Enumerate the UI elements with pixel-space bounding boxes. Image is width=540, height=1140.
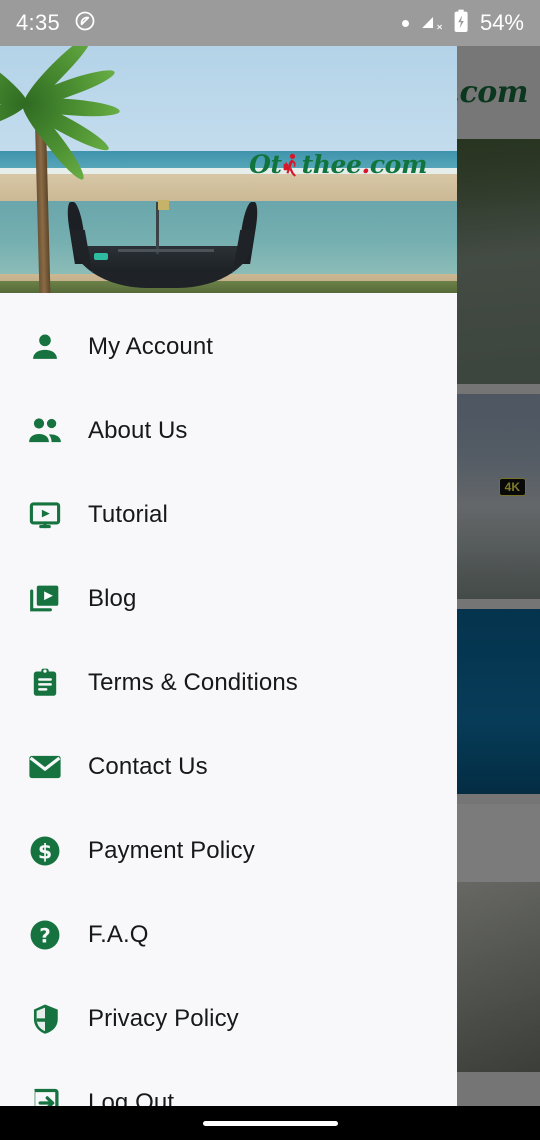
menu-item-tutorial[interactable]: Tutorial: [0, 473, 457, 557]
status-time: 4:35: [16, 10, 61, 35]
menu-item-label: Payment Policy: [88, 837, 255, 864]
status-bar: 4:35 ×: [0, 0, 540, 46]
dollar-circle-icon: $: [25, 831, 65, 871]
logo-dot: .: [361, 150, 371, 179]
status-bar-left: 4:35: [16, 10, 96, 37]
drawer-menu-list: My Account About Us Tutorial Blog Terms …: [0, 293, 457, 1106]
logo-text-part1: Ot: [249, 150, 282, 179]
menu-item-blog[interactable]: Blog: [0, 557, 457, 641]
exit-to-app-icon: [25, 1083, 65, 1106]
video-library-icon: [25, 579, 65, 619]
menu-item-label: Contact Us: [88, 753, 208, 780]
help-circle-icon: ?: [25, 915, 65, 955]
battery-charging-icon: [453, 9, 469, 38]
menu-item-label: Terms & Conditions: [88, 669, 298, 696]
menu-item-label: My Account: [88, 333, 214, 360]
menu-item-faq[interactable]: ? F.A.Q: [0, 893, 457, 977]
svg-text:×: ×: [436, 21, 442, 31]
status-bar-right: × 54%: [401, 9, 524, 38]
menu-item-label: Tutorial: [88, 501, 168, 528]
menu-item-privacy-policy[interactable]: Privacy Policy: [0, 977, 457, 1061]
menu-item-payment-policy[interactable]: $ Payment Policy: [0, 809, 457, 893]
svg-text:$: $: [38, 840, 52, 864]
logo-text-part2: thee: [301, 150, 362, 179]
signal-off-icon: ×: [420, 10, 443, 37]
home-gesture-pill[interactable]: [202, 1120, 338, 1126]
shield-security-icon: [25, 999, 65, 1039]
app-logo: Ot thee . com: [249, 150, 427, 179]
menu-item-contact-us[interactable]: Contact Us: [0, 725, 457, 809]
navigation-drawer: Ot thee . com My Account About Us Tutori…: [0, 46, 457, 1106]
phone-screen: e.com 4K টাকায় Room: [0, 0, 540, 1140]
menu-item-terms-conditions[interactable]: Terms & Conditions: [0, 641, 457, 725]
menu-item-label: F.A.Q: [88, 921, 149, 948]
svg-text:?: ?: [39, 924, 51, 947]
person-icon: [25, 327, 65, 367]
menu-item-label: Blog: [88, 585, 137, 612]
traveler-walking-icon: [283, 153, 301, 177]
dot-indicator: [401, 19, 409, 27]
menu-item-about-us[interactable]: About Us: [0, 389, 457, 473]
logo-text-part3: com: [369, 150, 428, 179]
battery-percent: 54%: [479, 10, 524, 35]
email-envelope-icon: [25, 747, 65, 787]
drawer-header-image: Ot thee . com: [0, 46, 457, 293]
people-icon: [25, 411, 65, 451]
menu-item-log-out[interactable]: Log Out: [0, 1061, 457, 1106]
system-navigation-bar: [0, 1106, 540, 1140]
menu-item-label: Privacy Policy: [88, 1005, 239, 1032]
assignment-clipboard-icon: [25, 663, 65, 703]
menu-item-label: Log Out: [88, 1089, 175, 1106]
ondemand-video-icon: [25, 495, 65, 535]
data-saver-icon: [74, 10, 96, 37]
wooden-boat: [65, 200, 260, 293]
menu-item-label: About Us: [88, 417, 188, 444]
palm-crown: [0, 46, 155, 184]
menu-item-my-account[interactable]: My Account: [0, 305, 457, 389]
